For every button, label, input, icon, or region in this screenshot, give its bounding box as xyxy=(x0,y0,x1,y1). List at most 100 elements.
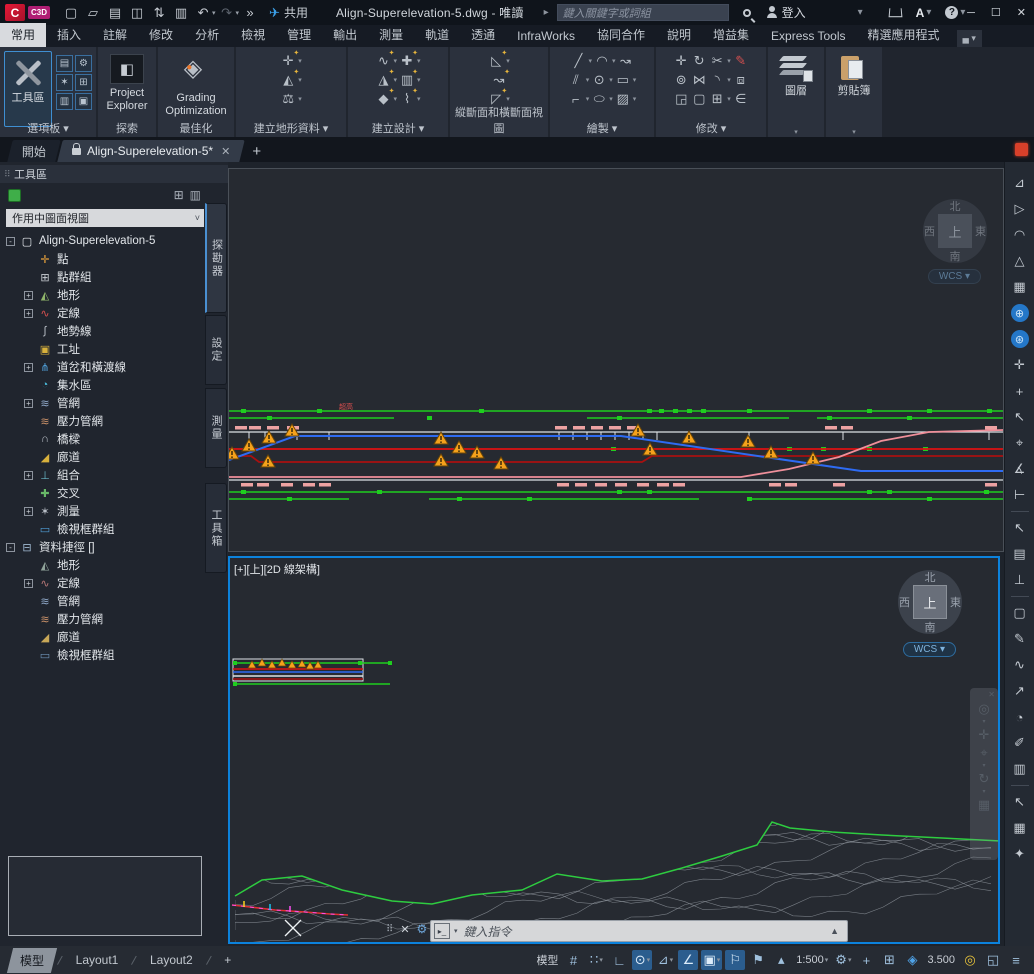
spline-icon[interactable]: ⌐ xyxy=(568,92,584,107)
profile-create-icon[interactable]: ◮✦ xyxy=(375,72,391,88)
online-map-icon[interactable]: ⊛ xyxy=(1011,330,1029,348)
bounding-box-icon[interactable]: ▢ xyxy=(1008,600,1032,626)
cmd-customize-wrench-icon[interactable]: ⚙ xyxy=(417,922,428,936)
edit-pencil-icon[interactable]: ✎ xyxy=(1008,626,1032,652)
table-grid-icon[interactable]: ▦ xyxy=(1008,815,1032,841)
layers-button[interactable]: 圖層 xyxy=(777,51,815,101)
surface-elevation-icon[interactable]: ◈ xyxy=(902,950,922,970)
cmd-history-up-icon[interactable]: ▲ xyxy=(830,926,839,936)
modify-panel-label[interactable]: 修改 ▾ xyxy=(656,120,766,136)
command-line-grips[interactable]: ⠿ ✕ ⚙ xyxy=(386,922,427,936)
tree-item[interactable]: ▭檢視框群組 xyxy=(2,520,202,538)
line-icon[interactable]: ╱ xyxy=(570,53,586,69)
elevation-value[interactable]: 3.500 xyxy=(925,950,957,970)
ribbon-tab-軌道[interactable]: 軌道 xyxy=(414,23,460,47)
station-offset-icon[interactable]: ⊥ xyxy=(1008,567,1032,593)
ribbon-tab-修改[interactable]: 修改 xyxy=(138,23,184,47)
ribbon-tab-協同合作[interactable]: 協同合作 xyxy=(586,23,656,47)
tree-expander-icon[interactable]: - xyxy=(6,543,15,552)
annotation-visibility-toggle[interactable]: ⚐ xyxy=(725,950,745,970)
zoom-icon[interactable]: ⌖ xyxy=(980,744,987,761)
viewcube-east[interactable]: 東 xyxy=(950,594,961,610)
create-points-icon[interactable]: ✛✦ xyxy=(280,53,296,69)
offset-icon[interactable]: ∈ xyxy=(733,91,749,107)
tree-expander-icon[interactable]: + xyxy=(24,363,33,372)
polar-tracking-toggle[interactable]: ⊙▾ xyxy=(632,950,652,970)
zoom-pick-icon[interactable]: ⌖ xyxy=(1008,430,1032,456)
navigation-bar[interactable]: ✕◎▾✛⌖▾↻▾▦ xyxy=(970,688,998,860)
designcenter-palette-icon[interactable]: ▣ xyxy=(75,93,92,110)
viewcube-west[interactable]: 西 xyxy=(924,223,935,239)
ribbon-tab-檢視[interactable]: 檢視 xyxy=(230,23,276,47)
tree-item[interactable]: ≋管網 xyxy=(2,592,202,610)
autotrack-toggle[interactable]: ∠ xyxy=(678,950,698,970)
model-space-toggle[interactable]: 模型 xyxy=(534,950,560,970)
cmd-grip-icon[interactable]: ⠿ xyxy=(386,924,393,935)
ground-data-panel-label[interactable]: 建立地形資料 ▾ xyxy=(236,120,346,136)
steering-wheel-icon[interactable]: ◎ xyxy=(978,700,989,717)
tree-item[interactable]: +∿定線 xyxy=(2,574,202,592)
side-tab-探勘器[interactable]: 探勘器 xyxy=(205,203,227,313)
design-panel-label[interactable]: 建立設計 ▾ xyxy=(348,120,448,136)
grid-display-toggle[interactable]: # xyxy=(563,950,583,970)
tree-item[interactable]: ⊞點群組 xyxy=(2,268,202,286)
ellipse-icon[interactable]: ⬭ xyxy=(591,91,607,107)
orbit-icon[interactable]: ↻ xyxy=(979,770,990,787)
grading-optimization-button[interactable]: ◈● Grading Optimization xyxy=(158,51,234,120)
drawing-tab[interactable]: Align-Superelevation-5*✕ xyxy=(57,140,245,162)
toolspace-titlebar[interactable]: ⠿ 工具區 xyxy=(0,165,228,183)
title-caret-icon[interactable]: ▸ xyxy=(544,7,549,18)
survey-palette-icon[interactable]: ✶ xyxy=(56,74,73,91)
undo-icon[interactable]: ↶ xyxy=(193,3,213,23)
panorama-toggle-icon[interactable]: ▥ xyxy=(190,188,201,202)
explode-icon[interactable]: ⧈ xyxy=(733,72,749,88)
pan-hand-icon[interactable]: ✛ xyxy=(979,726,990,743)
help-icon[interactable]: ? xyxy=(945,6,958,19)
wcs-selector[interactable]: WCS ▾ xyxy=(903,642,956,657)
array-icon[interactable]: ⊞ xyxy=(709,91,725,107)
circle-icon[interactable]: ⊙ xyxy=(591,72,607,88)
angle-measure-icon[interactable]: ∡ xyxy=(1008,456,1032,482)
command-line[interactable]: ▸_ ▾ 鍵入指令 ▲ xyxy=(430,920,848,942)
trim-icon[interactable]: ✂ xyxy=(709,53,725,69)
corridor-create-icon[interactable]: ◆✦ xyxy=(375,91,391,107)
stretch-icon[interactable]: ◲ xyxy=(673,91,689,107)
snap-mode-toggle[interactable]: ∷▾ xyxy=(586,950,606,970)
osnap-toggle[interactable]: ▣▾ xyxy=(701,950,722,970)
viewcube-top-face[interactable]: 上 xyxy=(938,214,972,248)
cmd-dropdown-icon[interactable]: ▾ xyxy=(454,927,458,935)
toolbox-palette-icon[interactable]: ⊞ xyxy=(75,74,92,91)
autodesk-a-icon[interactable]: A xyxy=(916,6,925,20)
tree-item[interactable]: ◢廊道 xyxy=(2,448,202,466)
tree-item[interactable]: +≋管網 xyxy=(2,394,202,412)
side-tab-設定[interactable]: 設定 xyxy=(205,315,227,385)
viewcube-top-face[interactable]: 上 xyxy=(913,585,947,619)
section-view-icon[interactable]: ◠ xyxy=(1008,222,1032,248)
point-star-icon[interactable]: ✦ xyxy=(1008,841,1032,867)
tree-item[interactable]: ≋壓力管網 xyxy=(2,610,202,628)
new-file-icon[interactable]: ▢ xyxy=(61,3,81,23)
tree-item[interactable]: ▣工址 xyxy=(2,340,202,358)
save-icon[interactable]: ▤ xyxy=(105,3,125,23)
tree-item[interactable]: ◢廊道 xyxy=(2,628,202,646)
ribbon-tab-插入[interactable]: 插入 xyxy=(46,23,92,47)
help-dropdown-icon[interactable]: ▾ xyxy=(960,7,965,18)
workspace-switch[interactable]: ⊞ xyxy=(879,950,899,970)
ribbon-tab-InfraWorks[interactable]: InfraWorks xyxy=(506,26,586,47)
station-icon[interactable]: ⊢ xyxy=(1008,482,1032,508)
viewport-bottom-active[interactable]: [+][上][2D 線架構] 北 南 西 東 上 WCS ▾ ✕◎▾✛⌖▾↻▾▦ xyxy=(228,556,1000,944)
layers-panel-dropdown-icon[interactable]: ▾ xyxy=(768,128,824,136)
arc-icon[interactable]: ◠ xyxy=(594,53,610,69)
profile-view-create-icon[interactable]: ◺✦ xyxy=(488,53,504,69)
new-drawing-tab-button[interactable]: + xyxy=(252,143,261,162)
viewcube-east[interactable]: 東 xyxy=(975,223,986,239)
ribbon-tab-管理[interactable]: 管理 xyxy=(276,23,322,47)
navbar-close-icon[interactable]: ✕ xyxy=(988,690,995,699)
viewcube-north[interactable]: 北 xyxy=(925,569,936,585)
maximize-button[interactable]: ☐ xyxy=(991,6,1001,19)
sheetset-palette-icon[interactable]: ▥ xyxy=(56,93,73,110)
tree-expander-icon[interactable]: + xyxy=(24,399,33,408)
sheet-icon[interactable]: ▤ xyxy=(1008,541,1032,567)
tree-item[interactable]: ▭檢視框群組 xyxy=(2,646,202,664)
fillet-icon[interactable]: ◝ xyxy=(709,72,725,88)
